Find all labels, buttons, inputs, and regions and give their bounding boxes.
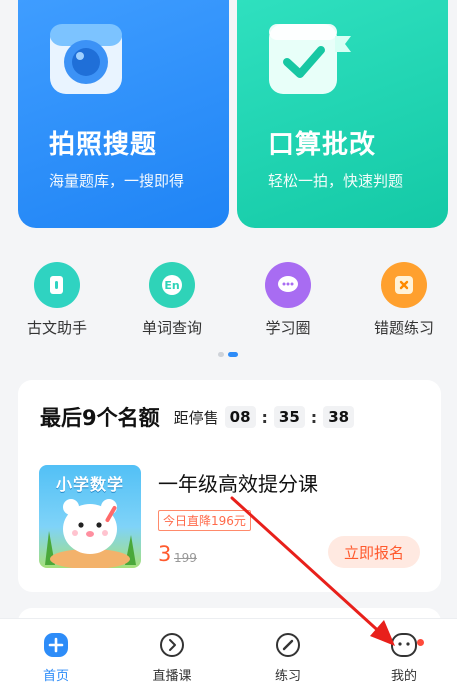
oral-calc-card[interactable]: 口算批改 轻松一拍，快速判题 — [237, 0, 448, 228]
book-icon — [34, 262, 80, 308]
bottom-tab-bar: 首页 直播课 练习 我的 — [0, 618, 457, 688]
discount-badge: 今日直降196元 — [158, 510, 251, 531]
course-price: 3 — [158, 542, 172, 566]
time-separator: : — [261, 407, 268, 427]
tab-profile[interactable]: 我的 — [364, 631, 444, 684]
tab-practice[interactable]: 练习 — [248, 631, 328, 684]
tool-label: 古文助手 — [26, 319, 87, 337]
course-card-header: 最后9个名额 距停售 08 : 35 : 38 — [40, 402, 355, 432]
spots-left-title: 最后9个名额 — [40, 406, 160, 430]
en-icon: En — [149, 262, 195, 308]
profile-face-icon — [390, 631, 418, 659]
page-dot — [218, 352, 224, 357]
tool-wrong-practice[interactable]: 错题练习 — [359, 262, 449, 338]
pencil-circle-icon — [274, 631, 302, 659]
tool-study-circle[interactable]: 学习圈 — [243, 262, 333, 338]
chat-icon — [265, 262, 311, 308]
course-promo-card[interactable]: 最后9个名额 距停售 08 : 35 : 38 小学数学 一年级高效提分课 今日… — [18, 380, 441, 592]
tool-classical-chinese[interactable]: 古文助手 — [12, 262, 102, 338]
photo-search-title: 拍照搜题 — [49, 130, 158, 160]
countdown-seconds: 38 — [323, 406, 355, 428]
tab-label: 首页 — [42, 669, 69, 684]
photo-search-subtitle: 海量题库，一搜即得 — [49, 172, 185, 190]
countdown-hours: 08 — [224, 406, 256, 428]
tab-home[interactable]: 首页 — [16, 631, 96, 684]
tool-label: 单词查询 — [141, 319, 202, 337]
tool-label: 错题练习 — [373, 319, 434, 337]
page-indicator — [218, 352, 238, 357]
checkmark-icon — [265, 18, 351, 98]
oral-calc-subtitle: 轻松一拍，快速判题 — [268, 172, 404, 190]
tool-word-lookup[interactable]: En 单词查询 — [127, 262, 217, 338]
tab-label: 直播课 — [152, 669, 192, 684]
countdown-minutes: 35 — [273, 406, 305, 428]
original-price: 199 — [174, 551, 197, 565]
photo-search-card[interactable]: 拍照搜题 海量题库，一搜即得 — [18, 0, 229, 228]
home-plus-icon — [42, 631, 70, 659]
play-circle-icon — [158, 631, 186, 659]
course-thumbnail[interactable]: 小学数学 — [39, 465, 141, 568]
tab-label: 练习 — [274, 669, 301, 684]
enroll-now-button[interactable]: 立即报名 — [328, 536, 420, 568]
tab-label: 我的 — [390, 669, 417, 684]
course-title[interactable]: 一年级高效提分课 — [158, 468, 318, 497]
page-dot-active — [228, 352, 238, 357]
time-separator: : — [310, 407, 318, 427]
svg-text:En: En — [164, 279, 179, 292]
tab-live-class[interactable]: 直播课 — [132, 631, 212, 684]
tool-label: 学习圈 — [265, 319, 311, 337]
bear-mascot-icon — [45, 499, 136, 568]
quick-tools-row: 古文助手 En 单词查询 学习圈 错题练习 — [0, 262, 457, 342]
countdown-label: 距停售 — [173, 408, 219, 427]
wrong-icon — [381, 262, 427, 308]
camera-icon — [46, 18, 126, 98]
oral-calc-title: 口算批改 — [268, 130, 377, 160]
notification-dot — [417, 639, 424, 646]
